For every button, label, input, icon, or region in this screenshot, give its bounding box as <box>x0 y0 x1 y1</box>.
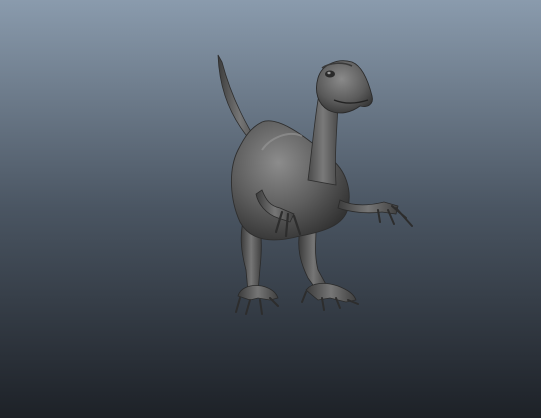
raptor-left-toes <box>235 297 279 315</box>
raptor-eye <box>325 70 335 78</box>
3d-viewport[interactable] <box>0 0 541 418</box>
raptor-right-leg <box>298 229 329 293</box>
raptor-left-foot <box>237 285 279 301</box>
raptor-head <box>316 60 373 114</box>
raptor-model[interactable] <box>0 0 541 418</box>
